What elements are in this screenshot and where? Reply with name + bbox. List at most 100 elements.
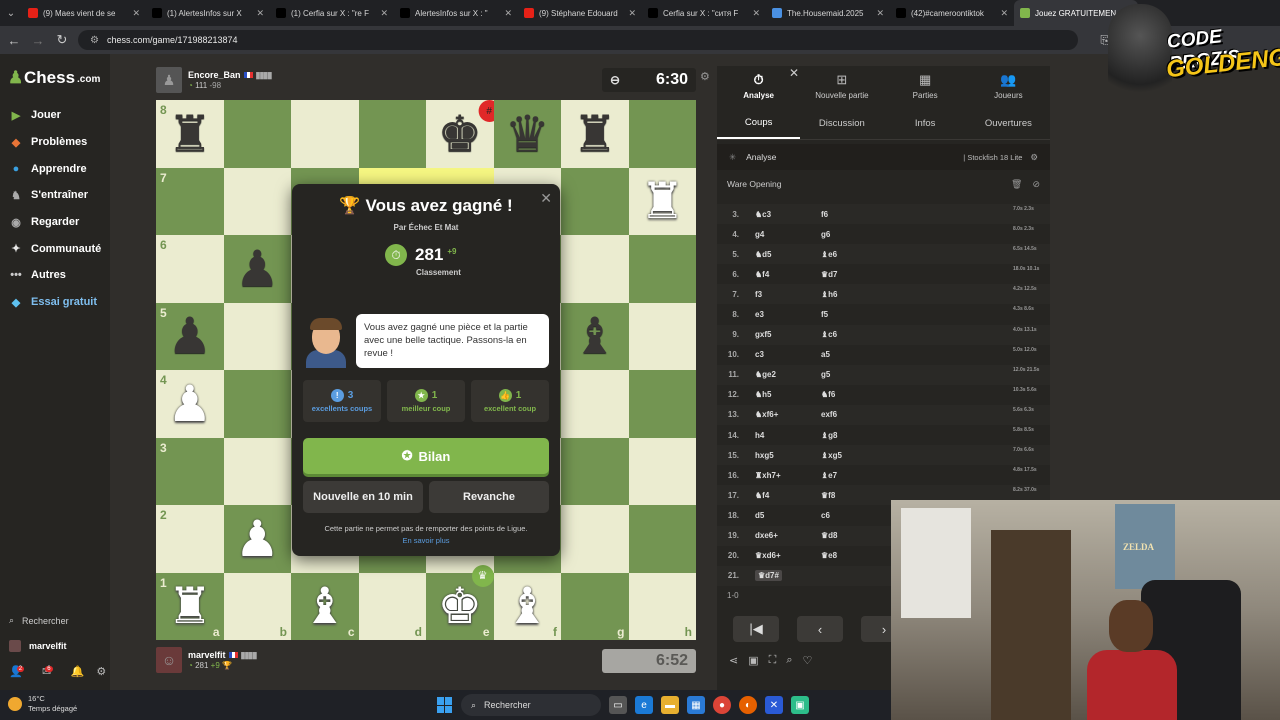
square-b8[interactable] — [223, 100, 291, 168]
square-g5[interactable]: ♝ — [561, 302, 629, 370]
board-settings-icon[interactable]: ⚙ — [700, 70, 710, 83]
black-move[interactable]: ♝xg5 — [821, 451, 887, 460]
black-move[interactable]: ♛d7 — [821, 270, 887, 279]
white-move[interactable]: ♛xd6+ — [755, 551, 821, 560]
square-f8[interactable]: ♛ — [493, 100, 561, 168]
square-b3[interactable] — [223, 437, 291, 505]
sidebar-profile[interactable]: marvelfit — [0, 633, 110, 658]
browser-tab[interactable]: (42)#cameroontiktok ✕ — [890, 0, 1014, 26]
task-view-icon[interactable]: ▭ — [609, 696, 627, 714]
tab-search-icon[interactable]: ⌄ — [0, 8, 22, 19]
square-h6[interactable] — [628, 235, 696, 303]
square-b6[interactable]: ♟ — [223, 235, 291, 303]
square-d8[interactable] — [358, 100, 426, 168]
square-h5[interactable] — [628, 302, 696, 370]
white-rook-piece[interactable]: ♜ — [167, 581, 212, 631]
square-e1[interactable]: ♚ ♛ e — [426, 564, 494, 640]
white-move[interactable]: ♞c3 — [755, 210, 821, 219]
panel-tab[interactable]: ⊞ Nouvelle partie — [800, 66, 883, 106]
tab-close-icon[interactable]: ✕ — [132, 8, 140, 19]
white-move[interactable]: c3 — [755, 350, 821, 359]
black-move[interactable]: c6 — [821, 511, 887, 520]
black-rook-piece[interactable]: ♜ — [167, 109, 212, 159]
sidebar-item-apprendre[interactable]: ● Apprendre — [0, 155, 110, 182]
back-icon[interactable]: ← — [6, 33, 22, 48]
square-h3[interactable] — [628, 437, 696, 505]
square-a6[interactable]: 6 — [156, 235, 224, 303]
white-bishop-piece[interactable]: ♝ — [302, 581, 347, 631]
firefox-icon[interactable]: ◐ — [739, 696, 757, 714]
black-move[interactable]: ♝h6 — [821, 290, 887, 299]
square-h7[interactable]: ♜ — [628, 167, 696, 235]
square-f1[interactable]: ♝ f — [493, 572, 561, 640]
black-move[interactable]: ♝c6 — [821, 330, 887, 339]
black-move[interactable]: ♞f6 — [821, 390, 887, 399]
tab-close-icon[interactable]: ✕ — [628, 8, 636, 19]
white-move[interactable]: ♞xf6+ — [755, 410, 821, 419]
square-d1[interactable]: d — [358, 572, 426, 640]
black-pawn-piece[interactable]: ♟ — [235, 244, 280, 294]
zoom-icon[interactable]: ⌕ — [786, 654, 792, 667]
white-move[interactable]: f3 — [755, 290, 821, 299]
rematch-button[interactable]: Revanche — [429, 481, 549, 513]
black-move[interactable]: g6 — [821, 230, 887, 239]
bottom-player[interactable]: ☺ marvelfit ▮▮▮▮ ◔ 281 +9 🏆 — [156, 647, 257, 673]
black-move[interactable]: ♛f8 — [821, 491, 887, 500]
white-pawn-piece[interactable]: ♟ — [167, 379, 212, 429]
square-a3[interactable]: 3 — [156, 437, 224, 505]
black-move[interactable]: ♝g8 — [821, 431, 887, 440]
sidebar-item-autres[interactable]: ••• Autres — [0, 262, 110, 289]
active-app-icon[interactable]: ▣ — [791, 696, 809, 714]
sidebar-item-regarder[interactable]: ◉ Regarder — [0, 209, 110, 236]
block-icon[interactable]: ⊘ — [1032, 179, 1040, 190]
panel-tab[interactable]: ⏱ Analyse — [717, 66, 800, 106]
stat-card[interactable]: ! 3 excellents coups — [303, 380, 381, 422]
panel-tab[interactable]: 👥 Joueurs — [967, 66, 1050, 106]
subtab[interactable]: Discussion — [800, 108, 883, 139]
square-c8[interactable] — [291, 100, 359, 168]
chess-logo[interactable]: ♟ Chess .com — [8, 68, 100, 88]
folder-icon[interactable]: ▬ — [661, 696, 679, 714]
windows-start-icon[interactable] — [437, 697, 453, 713]
tab-close-icon[interactable]: ✕ — [1000, 8, 1008, 19]
sidebar-item-s-entra-ner[interactable]: ♞ S'entraîner — [0, 182, 110, 209]
square-a5[interactable]: ♟ 5 — [156, 302, 224, 370]
white-move[interactable]: ♞f4 — [755, 491, 821, 500]
image-icon[interactable]: ▣ — [748, 654, 758, 667]
forward-icon[interactable]: → — [30, 33, 46, 48]
stat-card[interactable]: 👍 1 excellent coup — [471, 380, 549, 422]
black-move[interactable]: ♛e8 — [821, 551, 887, 560]
review-button[interactable]: ✪ Bilan — [303, 438, 549, 474]
previous-move-button[interactable]: ‹ — [797, 616, 843, 642]
panel-close-icon[interactable]: ✕ — [789, 66, 799, 80]
reload-icon[interactable]: ↻ — [54, 32, 70, 48]
sidebar-item-essai-gratuit[interactable]: ◆ Essai gratuit — [0, 289, 110, 316]
white-move[interactable]: e3 — [755, 310, 821, 319]
site-info-icon[interactable]: ⚙ — [90, 35, 99, 46]
white-move[interactable]: dxe6+ — [755, 531, 821, 540]
subtab[interactable]: Coups — [717, 108, 801, 139]
gear-icon[interactable]: ⚙ — [96, 665, 106, 678]
opening-name[interactable]: Ware Opening — [727, 179, 782, 189]
black-queen-piece[interactable]: ♛ — [505, 109, 550, 159]
white-rook-piece[interactable]: ♜ — [640, 176, 685, 226]
square-a2[interactable]: 2 — [156, 505, 224, 573]
square-g3[interactable] — [561, 437, 629, 505]
square-b7[interactable] — [223, 167, 291, 235]
browser-tab[interactable]: (1) AlertesInfos sur X ✕ — [146, 0, 270, 26]
white-bishop-piece[interactable]: ♝ — [505, 581, 550, 631]
square-h1[interactable]: h — [628, 572, 696, 640]
square-a7[interactable]: 7 — [156, 167, 224, 235]
black-bishop-piece[interactable]: ♝ — [572, 311, 617, 361]
bell-icon[interactable]: 🔔 — [71, 665, 85, 678]
tab-close-icon[interactable]: ✕ — [752, 8, 760, 19]
black-move[interactable]: exf6 — [821, 410, 887, 419]
square-g8[interactable]: ♜ — [561, 100, 629, 168]
black-pawn-piece[interactable]: ♟ — [167, 311, 212, 361]
square-h4[interactable] — [628, 370, 696, 438]
square-g2[interactable] — [561, 505, 629, 573]
square-g4[interactable] — [561, 370, 629, 438]
white-move[interactable]: gxf5 — [755, 330, 821, 339]
sidebar-search[interactable]: ⌕ Rechercher — [0, 608, 110, 633]
browser-tab[interactable]: (9) Stéphane Edouard ✕ — [518, 0, 642, 26]
